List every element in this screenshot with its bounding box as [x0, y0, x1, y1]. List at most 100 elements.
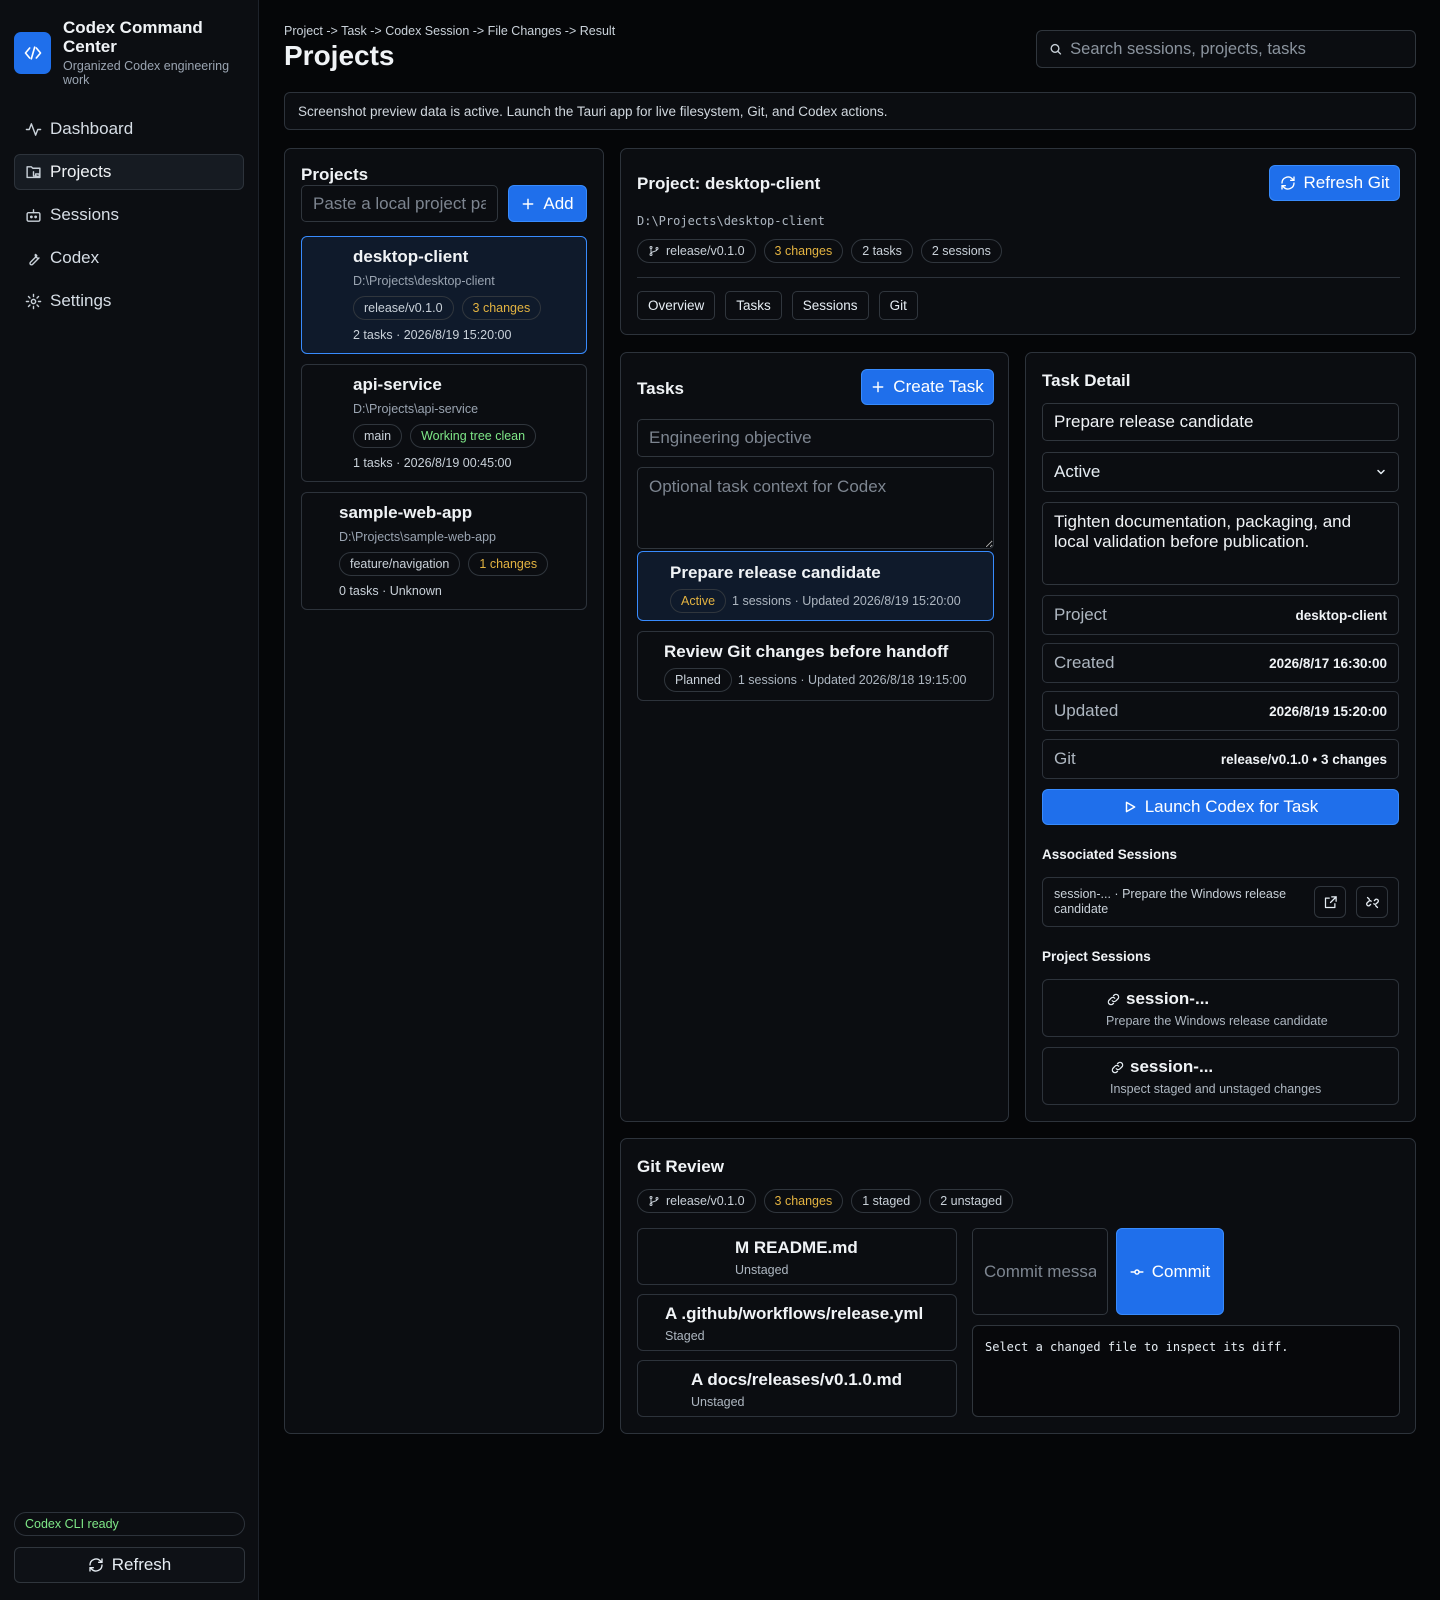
unstaged-badge: 2 unstaged: [929, 1189, 1014, 1213]
app-subtitle: Organized Codex engineering work: [63, 59, 230, 87]
nav-dashboard[interactable]: Dashboard: [14, 111, 244, 147]
file-name: A .github/workflows/release.yml: [665, 1304, 924, 1323]
nav-dashboard-label: Dashboard: [50, 119, 134, 138]
launch-codex-label: Launch Codex for Task: [1144, 797, 1319, 816]
diff-viewer: Select a changed file to inspect its dif…: [972, 1325, 1400, 1417]
nav-settings[interactable]: Settings: [14, 283, 244, 319]
project-name: sample-web-app: [339, 503, 473, 522]
main-content: Project -> Task -> Codex Session -> File…: [260, 0, 1440, 1600]
project-session-item[interactable]: session-... Inspect staged and unstaged …: [1042, 1047, 1399, 1105]
open-session-button[interactable]: [1314, 886, 1346, 918]
task-title: Prepare release candidate: [670, 563, 881, 582]
play-icon: [1125, 801, 1136, 813]
info-row-created: Created 2026/8/17 16:30:00: [1042, 643, 1399, 683]
tab-git[interactable]: Git: [878, 291, 918, 320]
task-status-value: Active: [1054, 462, 1101, 481]
folder-tree-icon: [26, 165, 41, 178]
add-project-button[interactable]: Add: [508, 185, 587, 222]
unlink-icon: [1365, 896, 1379, 908]
task-detail-title: Task Detail: [1042, 371, 1131, 390]
sidebar-refresh-button[interactable]: Refresh: [14, 1547, 245, 1583]
changed-file-item[interactable]: A docs/releases/v0.1.0.md Unstaged: [637, 1360, 957, 1417]
project-path: D:\Projects\sample-web-app: [339, 530, 497, 544]
add-project-label: Add: [543, 193, 574, 213]
project-path: D:\Projects\api-service: [353, 402, 479, 416]
branch-badge: release/v0.1.0: [353, 296, 454, 320]
git-branch-icon: [649, 1196, 659, 1206]
nav-projects[interactable]: Projects: [14, 154, 244, 190]
projects-panel-title: Projects: [301, 165, 369, 184]
page-title: Projects: [284, 40, 395, 71]
task-meta: 1 sessions · Updated 2026/8/19 15:20:00: [732, 594, 961, 608]
project-meta: 2 tasks · 2026/8/19 15:20:00: [353, 328, 512, 342]
info-value: 2026/8/17 16:30:00: [1269, 655, 1387, 671]
changes-badge: 3 changes: [763, 239, 844, 263]
project-meta: 1 tasks · 2026/8/19 00:45:00: [353, 456, 512, 470]
wrench-icon: [29, 253, 40, 266]
project-badges: release/v0.1.0 3 changes 2 tasks 2 sessi…: [637, 239, 1002, 263]
git-review-title: Git Review: [637, 1157, 724, 1176]
git-badges: release/v0.1.0 3 changes 1 staged 2 unst…: [637, 1189, 1014, 1213]
tasks-panel: Tasks Create Task Prepare release candid…: [620, 352, 1009, 1122]
task-status-select[interactable]: Active: [1042, 452, 1399, 492]
launch-codex-button[interactable]: Launch Codex for Task: [1042, 789, 1399, 825]
file-name: M README.md: [735, 1238, 858, 1257]
activity-icon: [25, 122, 42, 136]
project-item-desktop-client[interactable]: desktop-client D:\Projects\desktop-clien…: [301, 236, 587, 354]
nav-codex[interactable]: Codex: [14, 240, 244, 276]
tab-tasks[interactable]: Tasks: [725, 291, 782, 320]
branch-badge: release/v0.1.0: [637, 1189, 756, 1213]
project-header-title: Project: desktop-client: [637, 174, 821, 193]
info-value: desktop-client: [1295, 607, 1387, 623]
gear-icon: [25, 293, 42, 309]
unlink-session-button[interactable]: [1356, 886, 1388, 918]
plus-icon: [872, 381, 884, 393]
main-nav: Dashboard Projects Sessions Codex Settin…: [0, 111, 258, 319]
session-desc: Prepare the Windows release candidate: [1106, 1014, 1328, 1028]
breadcrumb: Project -> Task -> Codex Session -> File…: [284, 24, 616, 38]
create-task-button[interactable]: Create Task: [861, 369, 994, 405]
bot-icon: [26, 208, 41, 222]
plus-icon: [522, 198, 534, 209]
commit-button[interactable]: Commit: [1116, 1228, 1224, 1315]
info-row-updated: Updated 2026/8/19 15:20:00: [1042, 691, 1399, 731]
info-value: 2026/8/19 15:20:00: [1269, 703, 1387, 719]
task-description-input[interactable]: Tighten documentation, packaging, and lo…: [1042, 502, 1399, 585]
project-name: desktop-client: [353, 247, 469, 266]
tasks-badge: 2 tasks: [851, 239, 913, 263]
info-row-project: Project desktop-client: [1042, 595, 1399, 635]
tab-sessions[interactable]: Sessions: [791, 291, 869, 320]
git-branch-icon: [649, 246, 659, 256]
project-path-input[interactable]: [301, 185, 498, 222]
task-meta: 1 sessions · Updated 2026/8/18 19:15:00: [737, 673, 967, 687]
session-desc: Inspect staged and unstaged changes: [1110, 1082, 1322, 1096]
clean-badge: Working tree clean: [410, 424, 537, 448]
project-session-item[interactable]: session-... Prepare the Windows release …: [1042, 979, 1399, 1037]
changed-file-item[interactable]: M README.md Unstaged: [637, 1228, 957, 1285]
link-icon: [1111, 1061, 1124, 1073]
refresh-icon: [89, 1558, 103, 1572]
refresh-git-button[interactable]: Refresh Git: [1269, 165, 1400, 201]
project-item-api-service[interactable]: api-service D:\Projects\api-service main…: [301, 364, 587, 482]
branch-label: release/v0.1.0: [666, 244, 745, 258]
tab-overview[interactable]: Overview: [637, 291, 716, 320]
task-detail-panel: Task Detail Active Tighten documentation…: [1025, 352, 1416, 1122]
task-item[interactable]: Review Git changes before handoff Planne…: [637, 631, 994, 701]
task-name-input[interactable]: [1042, 403, 1399, 441]
changed-file-item[interactable]: A .github/workflows/release.yml Staged: [637, 1294, 957, 1351]
project-item-sample-web-app[interactable]: sample-web-app D:\Projects\sample-web-ap…: [301, 492, 587, 610]
task-item[interactable]: Prepare release candidate Active 1 sessi…: [637, 551, 994, 621]
associated-session-item: session-... · Prepare the Windows releas…: [1042, 877, 1399, 927]
task-objective-input[interactable]: [637, 419, 994, 457]
info-key: Updated: [1054, 701, 1119, 720]
task-context-input[interactable]: [637, 467, 994, 549]
link-icon: [1107, 993, 1120, 1005]
search-input[interactable]: [1070, 39, 1403, 59]
file-state: Unstaged: [691, 1395, 745, 1409]
git-review-panel: Git Review release/v0.1.0 3 changes 1 st…: [620, 1138, 1416, 1434]
commit-message-input[interactable]: [972, 1228, 1108, 1315]
file-state: Staged: [665, 1329, 705, 1343]
chevron-down-icon: [1377, 469, 1385, 475]
branch-badge: release/v0.1.0: [637, 239, 756, 263]
nav-sessions[interactable]: Sessions: [14, 197, 244, 233]
